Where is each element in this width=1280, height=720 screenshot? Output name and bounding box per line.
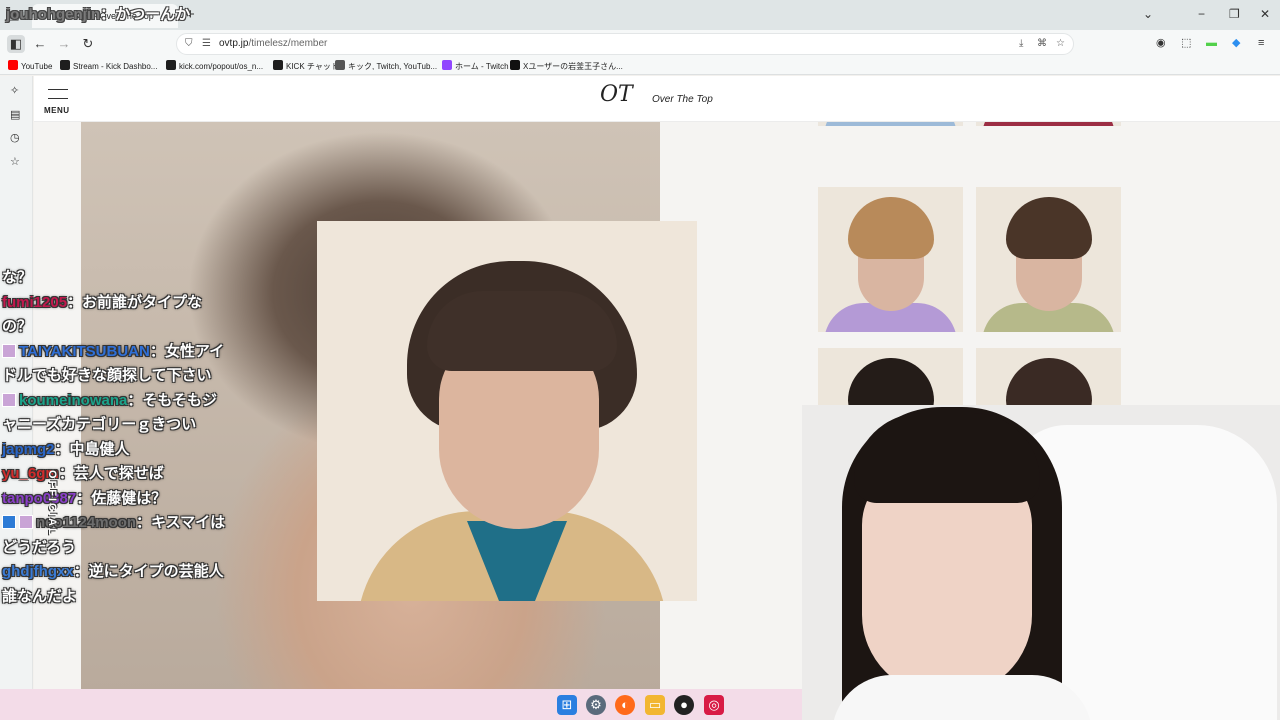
bookmark-youtube[interactable]: YouTube	[8, 60, 52, 73]
subscriber-badge-icon	[19, 515, 33, 529]
chat-text: な？	[2, 269, 33, 286]
file-explorer-icon[interactable]: ▭	[645, 695, 665, 715]
bookmark-x[interactable]: Xユーザーの岩釜王子さん...	[510, 60, 623, 73]
ai-sparkle-icon[interactable]: ✧	[10, 84, 19, 98]
window-close-icon[interactable]: ✕	[1260, 5, 1270, 23]
chat-message: な？	[2, 266, 230, 291]
chat-message: ghdjfhgxx：逆にタイプの芸能人誰なんだよ	[2, 560, 230, 609]
chat-message: koumeinowana：そもそもジャニーズカテゴリーｇきつい	[2, 389, 230, 438]
star-icon[interactable]: ☆	[1056, 37, 1065, 51]
chat-message: neo1124moon：キスマイはどうだろう	[2, 511, 230, 560]
chat-text: ：芸人で探せば	[58, 465, 164, 482]
restore-icon[interactable]: ❐	[1229, 5, 1240, 23]
firefox-icon[interactable]: ◐	[615, 695, 635, 715]
member-portrait[interactable]	[317, 221, 697, 601]
save-page-icon[interactable]: ⤓	[1019, 37, 1023, 51]
member-thumbnail[interactable]	[976, 187, 1121, 332]
url-host: ovtp.jp	[219, 38, 249, 49]
member-thumbnail[interactable]	[818, 187, 963, 332]
tab-overflow-chevron-icon[interactable]: ⌄	[1143, 5, 1153, 23]
bookmarks-star-icon[interactable]: ☆	[10, 155, 20, 169]
chat-message: tanpo0387：佐藤健は？	[2, 487, 230, 512]
chat-text: ：佐藤健は？	[76, 489, 167, 507]
twitch-icon	[442, 60, 452, 70]
chat-username: TAIYAKITSUBUAN	[19, 342, 150, 360]
app-icon[interactable]: ◎	[704, 695, 724, 715]
chat-username: fumi1205	[2, 293, 68, 311]
chat-overlay: な？ fumi1205：お前誰がタイプなの？ TAIYAKITSUBUAN：女性…	[2, 266, 230, 609]
sidebar-toggle-icon[interactable]: ◧	[7, 35, 25, 53]
minimize-icon[interactable]: −	[1198, 5, 1205, 23]
account-icon[interactable]: ◉	[1156, 35, 1166, 51]
bookmark-label: KICK チャット	[286, 62, 339, 71]
logo-text[interactable]: Over The Top	[652, 94, 713, 105]
bookmark-label: ホーム - Twitch	[455, 62, 509, 71]
chat-message: yu_6gm：芸人で探せば	[2, 462, 230, 487]
shield-icon[interactable]: ⛉	[185, 37, 193, 51]
url-path: /timelesz/member	[248, 38, 328, 49]
chat-username: tanpo0387	[2, 489, 77, 507]
bookmark-kick-popout[interactable]: kick.com/popout/os_n...	[166, 60, 263, 73]
translate-icon[interactable]: ⌘	[1037, 37, 1047, 51]
chat-username: ghdjfhgxx	[2, 563, 74, 580]
subscriber-badge-icon	[2, 392, 16, 407]
chat-username: jouhohgenjin	[6, 6, 101, 23]
bookmarks-bar: YouTube Stream - Kick Dashbo... kick.com…	[0, 58, 1280, 75]
multistream-icon	[335, 60, 345, 70]
chat-username: koumeinowana	[19, 391, 128, 409]
logo-mark[interactable]: OT	[600, 82, 633, 107]
bookmark-label: YouTube	[21, 62, 53, 71]
nav-bar: ◧ ← → ↻ ⛉ ☰ ovtp.jp/timelesz/member ⤓ ⌘ …	[0, 30, 1280, 58]
bookmark-label: キック, Twitch, YouTub...	[348, 62, 438, 71]
kick-icon	[166, 60, 176, 70]
extension-blue-icon[interactable]: ◆	[1232, 35, 1240, 51]
chat-message-latest: jouhohgenjin：かつーんか	[6, 4, 190, 26]
bookmark-multi-stream[interactable]: キック, Twitch, YouTub...	[335, 60, 437, 73]
kick-icon	[273, 60, 283, 70]
forward-arrow-icon[interactable]: →	[55, 35, 73, 53]
site-info-icon[interactable]: ☰	[202, 37, 211, 51]
chat-message: TAIYAKITSUBUAN：女性アイドルでも好きな顔探して下さい	[2, 340, 230, 389]
bookmark-label: Stream - Kick Dashbo...	[73, 62, 158, 71]
chat-username: japmg2	[2, 440, 55, 458]
reload-icon[interactable]: ↻	[79, 35, 97, 53]
settings-gear-icon[interactable]: ⚙	[586, 695, 606, 715]
synced-tabs-icon[interactable]: ▤	[10, 108, 20, 122]
hamburger-icon[interactable]	[48, 89, 68, 99]
youtube-icon	[8, 60, 18, 70]
menu-label[interactable]: MENU	[44, 106, 70, 115]
extensions-icon[interactable]: ⬚	[1181, 35, 1191, 51]
extension-green-icon[interactable]: ▬	[1206, 35, 1217, 51]
side-vertical-label: OFFICIAL	[46, 470, 58, 537]
chat-text: ：中島健人	[54, 440, 130, 458]
site-header: MENU OT Over The Top	[34, 76, 1280, 122]
bookmark-twitch[interactable]: ホーム - Twitch	[442, 60, 509, 73]
chat-message: japmg2：中島健人	[2, 438, 230, 463]
subscriber-badge-icon	[2, 343, 16, 358]
bookmark-kick-dashboard[interactable]: Stream - Kick Dashbo...	[60, 60, 157, 73]
bookmark-label: kick.com/popout/os_n...	[179, 62, 264, 71]
webcam-overlay	[802, 405, 1280, 720]
chat-message: fumi1205：お前誰がタイプなの？	[2, 291, 230, 340]
history-icon[interactable]: ◷	[10, 131, 20, 145]
tab-bar: ▣ OT MEMBER - Over The Top × + ⌄ − ❐ ✕	[0, 0, 1280, 30]
bookmark-kick-chat[interactable]: KICK チャット	[273, 60, 339, 73]
back-arrow-icon[interactable]: ←	[31, 35, 49, 53]
start-icon[interactable]: ⊞	[557, 695, 577, 715]
menu-icon[interactable]: ≡	[1258, 35, 1264, 51]
address-bar[interactable]: ⛉ ☰ ovtp.jp/timelesz/member ⤓ ⌘ ☆	[176, 33, 1074, 55]
bookmark-label: Xユーザーの岩釜王子さん...	[523, 62, 623, 71]
url-text: ovtp.jp/timelesz/member	[219, 34, 327, 54]
kick-icon	[60, 60, 70, 70]
cube-badge-icon	[2, 515, 16, 529]
obs-icon[interactable]: ●	[674, 695, 694, 715]
x-icon	[510, 60, 520, 70]
chat-text: ：かつーんか	[100, 6, 191, 23]
